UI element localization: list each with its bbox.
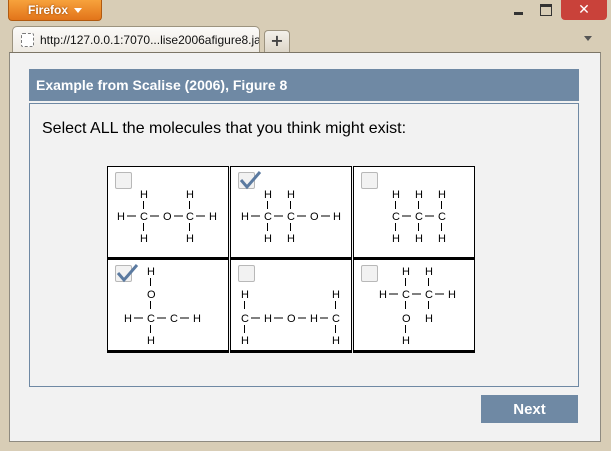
atom-label: C — [438, 211, 446, 223]
atom-label: C — [170, 313, 178, 325]
atom-label: C — [332, 313, 340, 325]
atom-label: H — [124, 313, 132, 325]
question-prompt: Select ALL the molecules that you think … — [42, 120, 407, 137]
atom-label: H — [425, 266, 433, 278]
atom-label: H — [186, 189, 194, 201]
atom-label: H — [241, 211, 249, 223]
atom-label: H — [287, 189, 295, 201]
atom-label: H — [147, 266, 155, 278]
atom-label: H — [241, 335, 249, 347]
atom-label: H — [425, 313, 433, 325]
close-window-button[interactable]: ✕ — [561, 0, 607, 20]
browser-tab[interactable]: http://127.0.0.1:7070...lise2006afigure8… — [12, 26, 260, 52]
next-button[interactable]: Next — [481, 395, 578, 423]
atom-label: H — [140, 189, 148, 201]
page-content: Example from Scalise (2006), Figure 8 Se… — [9, 52, 601, 442]
tab-title: http://127.0.0.1:7070...lise2006afigure8… — [40, 32, 259, 47]
atom-label: H — [193, 313, 201, 325]
atom-label: C — [425, 289, 433, 301]
atom-label: H — [140, 233, 148, 245]
molecule-structure-3: H H H C C C H H H — [392, 189, 446, 245]
atom-label: H — [333, 211, 341, 223]
molecule-structure-6: HH H C C H OH H — [379, 266, 456, 347]
atom-label: H — [241, 289, 249, 301]
atom-label: H — [186, 233, 194, 245]
molecule-option-3[interactable]: H H H C C C H H H — [353, 166, 475, 260]
atom-label: H — [379, 289, 387, 301]
atom-label: H — [438, 233, 446, 245]
atom-label: O — [163, 211, 172, 223]
atom-label: O — [310, 211, 319, 223]
tab-strip: http://127.0.0.1:7070...lise2006afigure8… — [0, 24, 611, 52]
atom-label: C — [264, 211, 272, 223]
atom-label: H — [310, 313, 318, 325]
atom-label: C — [241, 313, 249, 325]
atom-label: H — [147, 335, 155, 347]
atom-label: H — [448, 289, 456, 301]
page-icon — [21, 32, 34, 47]
molecule-option-4[interactable]: H O H C C H H — [107, 259, 229, 353]
atom-label: H — [117, 211, 125, 223]
molecule-grid: H H H C O C H H H H H H C C O H H H H H H C… — [107, 166, 476, 353]
atom-label: H — [415, 233, 423, 245]
atom-label: O — [287, 313, 296, 325]
atom-label: C — [287, 211, 295, 223]
atom-label: H — [402, 266, 410, 278]
title-bar: Firefox ✕ — [0, 0, 611, 26]
atom-label: H — [264, 233, 272, 245]
firefox-menu-button[interactable]: Firefox — [8, 0, 102, 21]
molecule-option-5[interactable]: H H C H O H C H H — [230, 259, 352, 353]
molecule-structure-4: H O H C C H H — [124, 266, 201, 347]
atom-label: H — [209, 211, 217, 223]
molecule-option-6[interactable]: HH H C C H OH H — [353, 259, 475, 353]
atom-label: H — [287, 233, 295, 245]
atom-label: H — [264, 189, 272, 201]
firefox-menu-label: Firefox — [27, 3, 68, 17]
molecule-option-1[interactable]: H H H C O C H H H — [107, 166, 229, 260]
atom-label: C — [392, 211, 400, 223]
atom-label: H — [438, 189, 446, 201]
atom-label: H — [392, 233, 400, 245]
atom-label: O — [147, 289, 156, 301]
atom-label: H — [332, 335, 340, 347]
atom-label: C — [402, 289, 410, 301]
atom-label: H — [415, 189, 423, 201]
atom-label: C — [147, 313, 155, 325]
molecule-option-2[interactable]: H H H C C O H H H — [230, 166, 352, 260]
new-tab-button[interactable]: + — [264, 30, 290, 52]
minimize-button[interactable] — [504, 0, 532, 20]
atom-label: C — [186, 211, 194, 223]
atom-label: H — [392, 189, 400, 201]
atom-label: H — [402, 335, 410, 347]
atom-label: C — [415, 211, 423, 223]
chevron-down-icon — [74, 7, 82, 13]
atom-label: O — [402, 313, 411, 325]
question-panel: Select ALL the molecules that you think … — [29, 103, 579, 387]
maximize-button[interactable] — [532, 0, 560, 20]
atom-label: H — [264, 313, 272, 325]
tab-list-arrow-icon[interactable] — [584, 36, 592, 41]
atom-label: H — [332, 289, 340, 301]
atom-label: C — [140, 211, 148, 223]
molecule-structure-2: H H H C C O H H H — [241, 189, 341, 245]
molecule-structure-5: H H C H O H C H H — [241, 289, 340, 347]
page-header: Example from Scalise (2006), Figure 8 — [29, 69, 579, 101]
molecule-structure-1: H H H C O C H H H — [117, 189, 217, 245]
